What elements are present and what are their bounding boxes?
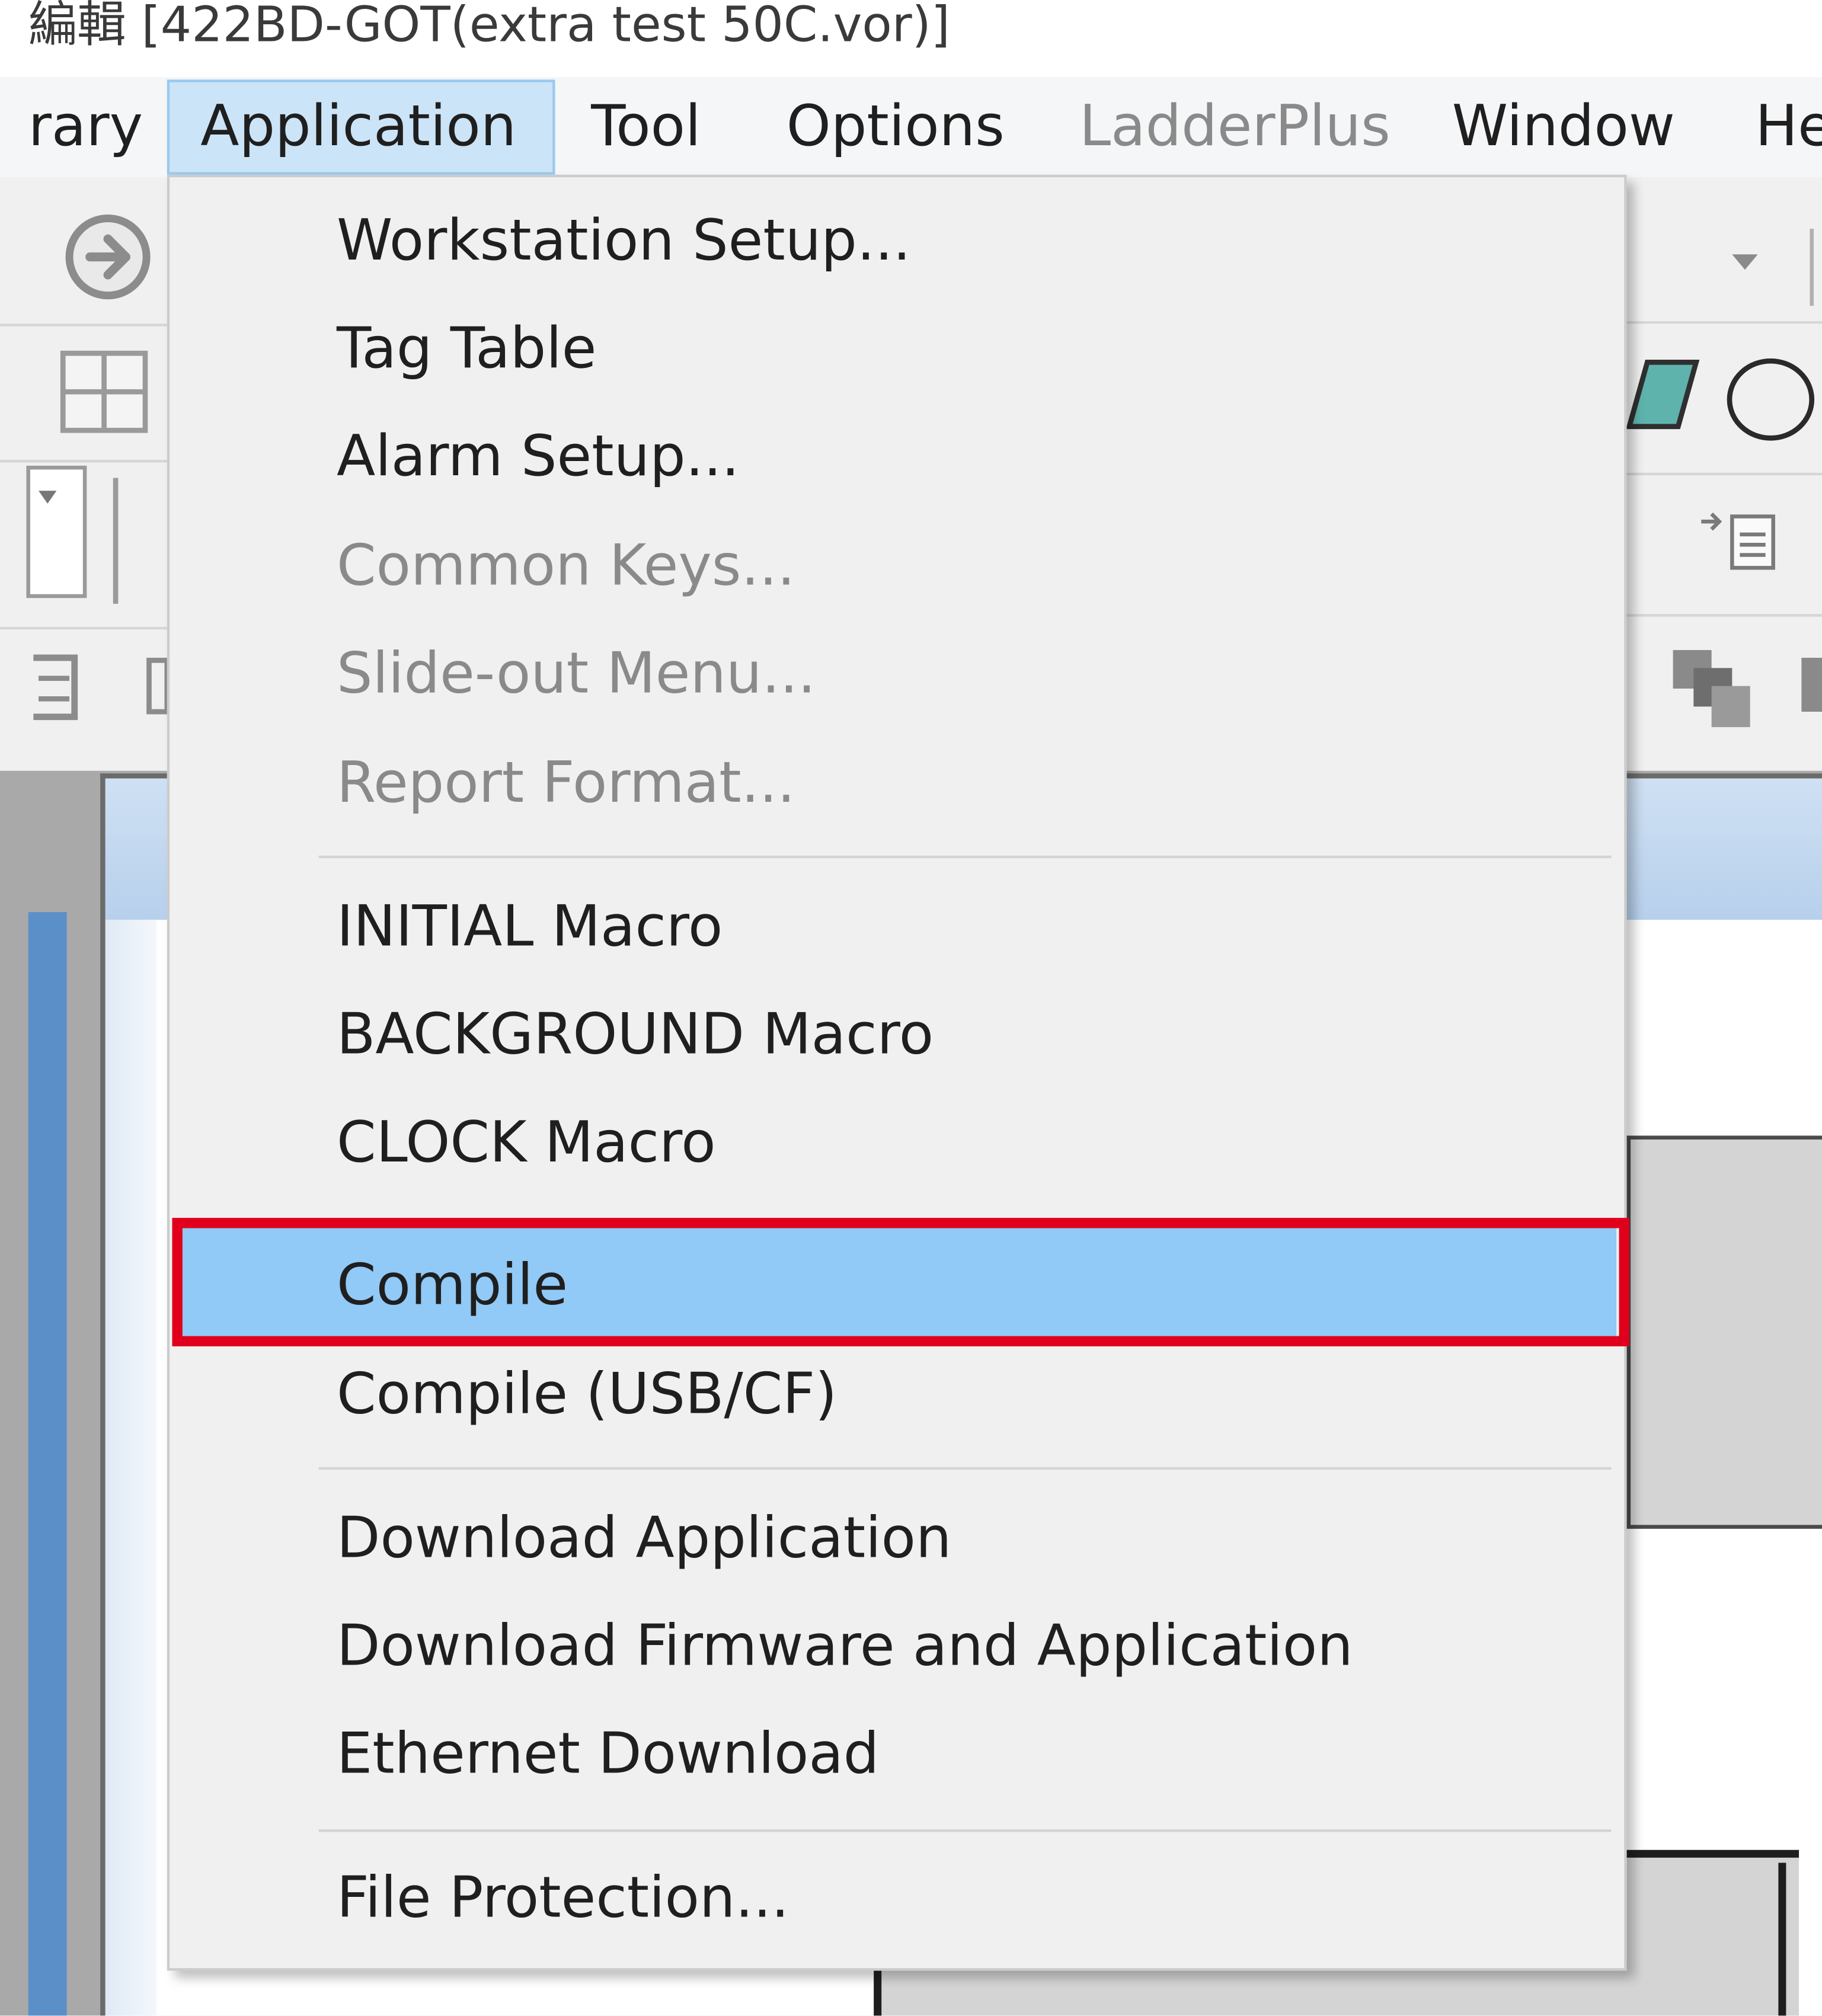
menu-application[interactable]: Application xyxy=(200,92,516,162)
align-icon[interactable] xyxy=(28,642,170,732)
menu-item-file-protection[interactable]: File Protection... xyxy=(337,1863,789,1934)
menu-item-initial-macro[interactable]: INITIAL Macro xyxy=(337,892,723,964)
screen-editor-edge xyxy=(105,920,157,2016)
menu-item-tag-table[interactable]: Tag Table xyxy=(337,313,596,385)
menu-item-alarm-setup[interactable]: Alarm Setup... xyxy=(337,421,740,493)
menu-item-ethernet-download[interactable]: Ethernet Download xyxy=(337,1719,879,1791)
menu-item-compile-usb-cf[interactable]: Compile (USB/CF) xyxy=(337,1359,837,1431)
grid-icon[interactable] xyxy=(59,350,149,434)
menu-item-common-keys[interactable]: Common Keys... xyxy=(337,530,795,602)
menu-separator xyxy=(318,1467,1612,1470)
menu-options[interactable]: Options xyxy=(787,92,1005,162)
layers-icon[interactable] xyxy=(1668,642,1822,735)
menu-separator xyxy=(318,1829,1612,1832)
left-side-panel xyxy=(28,912,67,2016)
menu-item-clock-macro[interactable]: CLOCK Macro xyxy=(337,1108,716,1179)
menu-tool[interactable]: Tool xyxy=(591,92,701,162)
dropdown-icon[interactable] xyxy=(25,465,128,606)
menu-ladderplus[interactable]: LadderPlus xyxy=(1079,92,1391,162)
menu-item-download-firmware-and-application[interactable]: Download Firmware and Application xyxy=(337,1611,1353,1683)
circle-icon[interactable] xyxy=(1722,354,1822,444)
menu-separator xyxy=(318,855,1612,859)
menu-library[interactable]: rary xyxy=(28,92,143,162)
menu-help[interactable]: He xyxy=(1755,92,1822,162)
menu-item-download-application[interactable]: Download Application xyxy=(337,1503,951,1575)
menu-item-background-macro[interactable]: BACKGROUND Macro xyxy=(337,1000,934,1071)
menu-item-report-format[interactable]: Report Format... xyxy=(337,748,795,820)
forward-circle-icon[interactable] xyxy=(62,211,154,303)
window-title: 編輯 [422BD-GOT(extra test 50C.vor)] xyxy=(28,0,950,53)
dropdown-arrow-icon[interactable] xyxy=(1712,228,1822,306)
menu-item-slide-out-menu[interactable]: Slide-out Menu... xyxy=(337,638,816,710)
menu-item-workstation-setup[interactable]: Workstation Setup... xyxy=(337,206,911,277)
menu-window[interactable]: Window xyxy=(1452,92,1675,162)
annotation-highlight-box xyxy=(172,1218,1629,1346)
parallelogram-icon[interactable] xyxy=(1624,357,1701,434)
title-bar: 編輯 [422BD-GOT(extra test 50C.vor)] xyxy=(0,0,1822,78)
paste-icon[interactable] xyxy=(1693,504,1788,581)
screen-object-button[interactable] xyxy=(1626,1135,1822,1529)
